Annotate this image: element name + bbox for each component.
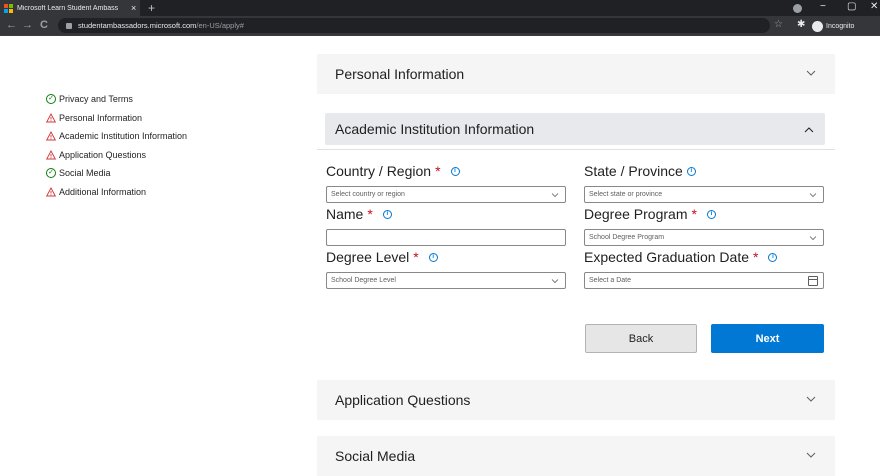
incognito-indicator[interactable]: Incognito xyxy=(812,19,854,33)
minimize-button[interactable]: − xyxy=(820,1,826,12)
label-text: Country / Region xyxy=(326,163,432,179)
required-mark: * xyxy=(435,163,441,179)
chevron-down-icon xyxy=(806,70,816,76)
date-placeholder: Select a Date xyxy=(589,277,632,284)
name-input[interactable] xyxy=(326,229,566,246)
step-personal-information[interactable]: Personal Information xyxy=(46,109,187,128)
maximize-button[interactable]: ▢ xyxy=(847,1,856,12)
chevron-down-icon xyxy=(806,396,816,402)
section-title: Personal Information xyxy=(335,66,465,82)
info-icon[interactable]: i xyxy=(706,209,716,219)
section-personal-information[interactable]: Personal Information xyxy=(317,54,835,94)
country-label: Country / Region * i xyxy=(326,163,460,179)
degree-level-label: Degree Level * i xyxy=(326,249,438,265)
extensions-icon[interactable]: ✱ xyxy=(797,19,805,30)
label-text: Degree Program xyxy=(584,206,688,222)
name-label: Name * i xyxy=(326,206,392,222)
step-label: Application Questions xyxy=(59,149,147,160)
state-label: State / Province i xyxy=(584,163,696,179)
step-social-media[interactable]: ✓ Social Media xyxy=(46,164,187,183)
required-mark: * xyxy=(753,249,759,265)
chevron-down-icon xyxy=(809,236,817,241)
graduation-date-label: Expected Graduation Date * i xyxy=(584,249,778,265)
chevron-down-icon xyxy=(551,193,559,198)
tab-close-icon[interactable]: × xyxy=(131,3,136,13)
degree-program-select[interactable]: School Degree Program xyxy=(584,229,824,246)
chevron-down-icon xyxy=(809,193,817,198)
tab-title: Microsoft Learn Student Ambass xyxy=(17,4,119,12)
address-bar: ← → C studentambassadors.microsoft.com /… xyxy=(0,16,880,36)
graduation-date-picker[interactable]: Select a Date xyxy=(584,272,824,289)
url-path: /en-US/apply# xyxy=(196,21,244,30)
info-icon[interactable]: i xyxy=(686,166,696,176)
step-label: Privacy and Terms xyxy=(59,94,133,105)
info-icon[interactable]: i xyxy=(428,252,438,262)
bookmark-star-icon[interactable]: ☆ xyxy=(774,19,783,30)
incognito-label: Incognito xyxy=(826,22,855,30)
next-button[interactable]: Next xyxy=(711,324,824,353)
url-host: studentambassadors.microsoft.com xyxy=(78,21,197,30)
step-label: Personal Information xyxy=(59,112,143,123)
back-arrow-icon[interactable]: ← xyxy=(6,19,17,31)
new-tab-button[interactable]: + xyxy=(148,1,155,15)
required-mark: * xyxy=(367,206,373,222)
chevron-up-icon xyxy=(804,127,814,133)
warning-icon xyxy=(46,112,56,123)
section-title: Application Questions xyxy=(335,392,471,408)
info-icon[interactable]: i xyxy=(768,252,778,262)
step-label: Social Media xyxy=(59,168,111,179)
section-title: Academic Institution Information xyxy=(335,121,535,137)
label-text: Expected Graduation Date xyxy=(584,249,749,265)
select-placeholder: School Degree Program xyxy=(589,234,665,241)
browser-tab[interactable]: Microsoft Learn Student Ambass × xyxy=(0,0,140,16)
lock-icon xyxy=(66,22,72,29)
select-placeholder: School Degree Level xyxy=(331,277,396,284)
state-select[interactable]: Select state or province xyxy=(584,186,824,203)
country-select[interactable]: Select country or region xyxy=(326,186,566,203)
close-window-button[interactable]: ✕ xyxy=(870,1,878,12)
check-circle-icon: ✓ xyxy=(46,94,56,105)
section-title: Social Media xyxy=(335,448,416,464)
info-icon[interactable]: i xyxy=(382,209,392,219)
reload-icon[interactable]: C xyxy=(40,19,48,31)
microsoft-logo-icon xyxy=(4,3,13,13)
required-mark: * xyxy=(691,206,697,222)
academic-section-header[interactable]: Academic Institution Information xyxy=(325,113,825,145)
step-privacy-terms[interactable]: ✓ Privacy and Terms xyxy=(46,90,187,109)
step-label: Additional Information xyxy=(59,186,147,197)
chevron-down-icon xyxy=(551,279,559,284)
url-input[interactable]: studentambassadors.microsoft.com /en-US/… xyxy=(58,18,770,33)
info-icon[interactable]: i xyxy=(450,166,460,176)
select-placeholder: Select state or province xyxy=(589,191,663,198)
warning-icon xyxy=(46,149,56,160)
warning-icon xyxy=(46,131,56,141)
warning-icon xyxy=(46,186,56,197)
step-label: Academic Institution Information xyxy=(59,131,188,142)
back-button[interactable]: Back xyxy=(585,324,697,353)
step-academic-institution[interactable]: Academic Institution Information xyxy=(46,127,187,146)
profile-icon[interactable] xyxy=(793,4,802,13)
browser-tab-bar: Microsoft Learn Student Ambass × + − ▢ ✕ xyxy=(0,0,880,16)
degree-level-select[interactable]: School Degree Level xyxy=(326,272,566,289)
label-text: State / Province xyxy=(584,163,683,179)
incognito-icon xyxy=(812,20,823,32)
step-additional-information[interactable]: Additional Information xyxy=(46,183,187,202)
check-circle-icon: ✓ xyxy=(46,168,56,179)
label-text: Degree Level xyxy=(326,249,410,265)
select-placeholder: Select country or region xyxy=(331,191,405,198)
forward-arrow-icon[interactable]: → xyxy=(22,19,33,31)
step-application-questions[interactable]: Application Questions xyxy=(46,146,187,165)
section-social-media[interactable]: Social Media xyxy=(317,436,835,476)
required-mark: * xyxy=(413,249,419,265)
section-application-questions[interactable]: Application Questions xyxy=(317,380,835,420)
chevron-down-icon xyxy=(806,452,816,458)
calendar-icon[interactable] xyxy=(808,276,818,286)
degree-program-label: Degree Program * i xyxy=(584,206,716,222)
section-academic-institution: Academic Institution Information xyxy=(317,108,835,150)
progress-sidebar: ✓ Privacy and Terms Personal Information… xyxy=(46,90,187,201)
label-text: Name xyxy=(326,206,364,222)
